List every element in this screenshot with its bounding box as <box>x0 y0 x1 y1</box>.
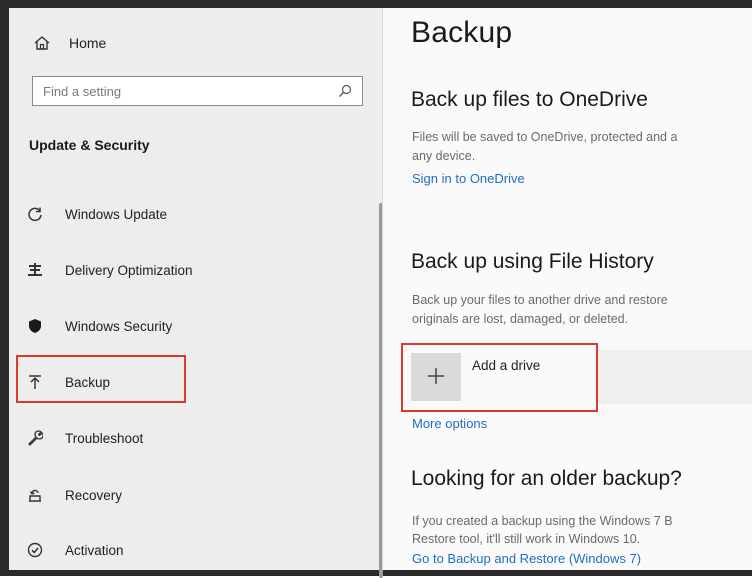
sidebar-item-activation[interactable]: Activation <box>27 535 124 565</box>
activation-check-icon <box>27 542 43 558</box>
page-title: Backup <box>411 16 513 49</box>
sidebar-item-windows-security[interactable]: Windows Security <box>27 311 172 341</box>
settings-sidebar: Home Update & Security Windows Update De… <box>9 8 383 578</box>
file-history-heading: Back up using File History <box>411 250 654 273</box>
window-frame-top <box>0 0 752 8</box>
wrench-icon <box>28 430 43 446</box>
sidebar-item-label: Troubleshoot <box>65 430 144 446</box>
add-drive-tile-background <box>598 350 752 404</box>
home-icon <box>34 36 50 50</box>
sidebar-item-label: Recovery <box>65 487 123 503</box>
backup-page: Backup Back up files to OneDrive Files w… <box>383 8 752 570</box>
sidebar-item-delivery-optimization[interactable]: Delivery Optimization <box>27 255 193 285</box>
backup-and-restore-link[interactable]: Go to Backup and Restore (Windows 7) <box>412 551 641 566</box>
sidebar-item-label: Windows Update <box>65 206 168 222</box>
onedrive-description-line2: any device. <box>412 149 476 163</box>
add-drive-highlight-box <box>401 343 598 412</box>
sign-in-onedrive-link[interactable]: Sign in to OneDrive <box>412 171 525 186</box>
older-backup-description-line1: If you created a backup using the Window… <box>412 514 673 528</box>
recovery-icon <box>29 489 41 502</box>
file-history-description-line2: originals are lost, damaged, or deleted. <box>412 312 629 326</box>
window-frame-bottom <box>0 570 752 576</box>
onedrive-description-line1: Files will be saved to OneDrive, protect… <box>412 130 678 144</box>
search-input[interactable] <box>33 77 335 105</box>
home-nav-item[interactable]: Home <box>33 32 106 54</box>
sync-icon <box>28 207 42 222</box>
sidebar-item-recovery[interactable]: Recovery <box>27 480 122 510</box>
window-frame-left <box>0 0 9 576</box>
shield-icon <box>29 319 41 333</box>
file-history-description-line1: Back up your files to another drive and … <box>412 293 668 307</box>
home-label: Home <box>69 35 107 51</box>
delivery-optimization-icon <box>28 263 42 276</box>
backup-highlight-box <box>16 355 186 403</box>
sidebar-item-windows-update[interactable]: Windows Update <box>27 199 167 229</box>
search-icon[interactable] <box>338 84 352 98</box>
sidebar-item-label: Windows Security <box>65 318 173 334</box>
sidebar-item-troubleshoot[interactable]: Troubleshoot <box>27 423 143 453</box>
search-box[interactable] <box>32 76 363 106</box>
sidebar-item-label: Delivery Optimization <box>65 262 193 278</box>
onedrive-heading: Back up files to OneDrive <box>411 88 648 111</box>
older-backup-heading: Looking for an older backup? <box>411 467 682 490</box>
older-backup-description-line2: Restore tool, it'll still work in Window… <box>412 532 641 546</box>
section-title: Update & Security <box>29 137 150 153</box>
sidebar-item-label: Activation <box>65 542 124 558</box>
more-options-link[interactable]: More options <box>412 416 487 431</box>
